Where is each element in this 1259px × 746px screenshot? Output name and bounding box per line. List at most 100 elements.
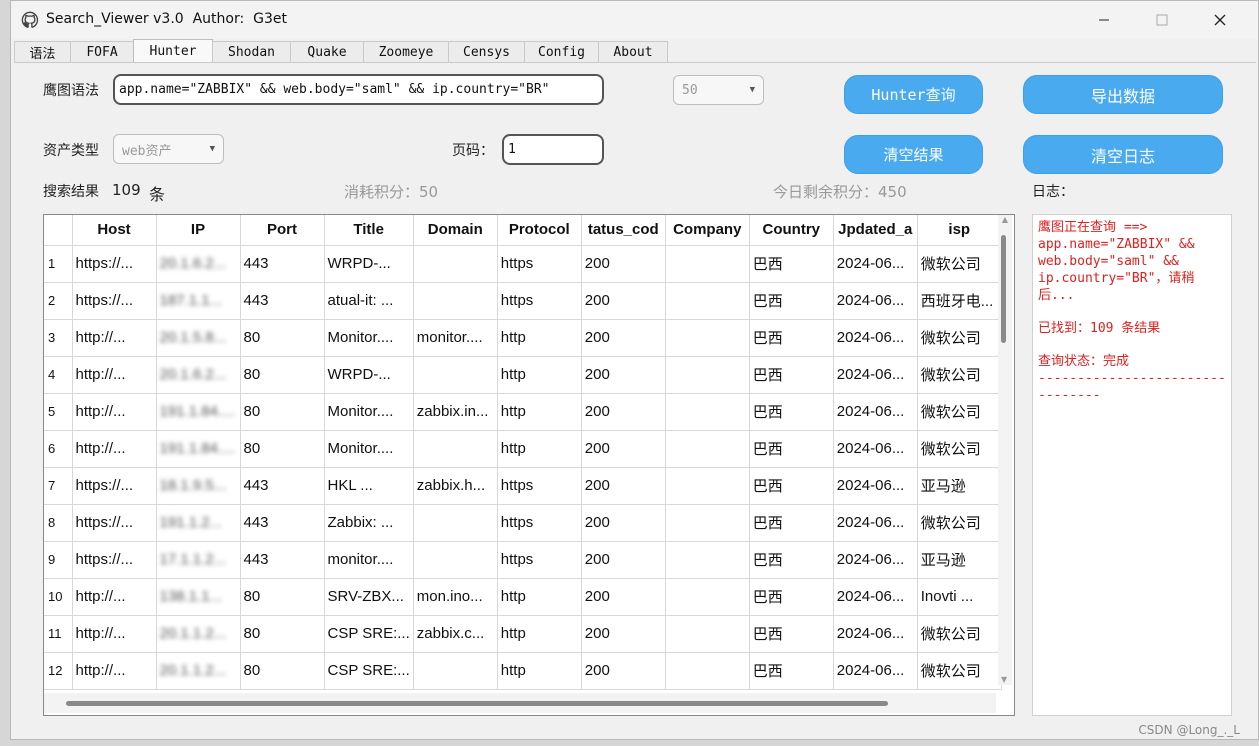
cell-status-code[interactable]: 200 xyxy=(581,541,666,579)
cell-updated-at[interactable]: 2024-06... xyxy=(833,467,918,505)
cell-row-number[interactable]: 12 xyxy=(44,652,73,690)
table-row[interactable]: 10 http://... 138.1.1... 80 SRV-ZBX... mon.in… xyxy=(44,578,1002,616)
tab-censys[interactable]: Censys xyxy=(448,41,525,63)
column-header-updated-at[interactable]: Jpdated_a xyxy=(833,215,918,246)
cell-row-number[interactable]: 6 xyxy=(44,430,73,468)
cell-port[interactable]: 443 xyxy=(240,541,325,579)
cell-protocol[interactable]: http xyxy=(497,652,582,690)
cell-status-code[interactable]: 200 xyxy=(581,245,666,283)
table-row[interactable]: 4 http://... 20.1.6.2... 80 WRPD-... http 200 巴… xyxy=(44,356,1002,394)
cell-ip[interactable]: 191.1.2... xyxy=(156,504,241,542)
cell-status-code[interactable]: 200 xyxy=(581,282,666,320)
cell-protocol[interactable]: https xyxy=(497,282,582,320)
cell-country[interactable]: 巴西 xyxy=(749,467,834,505)
column-header-status-code[interactable]: tatus_cod xyxy=(581,215,666,246)
column-header-domain[interactable]: Domain xyxy=(413,215,498,246)
results-table[interactable]: Host IP Port Title Domain Protocol tatus… xyxy=(43,214,1015,716)
cell-ip[interactable]: 187.1.1... xyxy=(156,282,241,320)
clear-results-button[interactable]: 清空结果 xyxy=(844,135,983,174)
cell-host[interactable]: https://... xyxy=(72,282,157,320)
cell-updated-at[interactable]: 2024-06... xyxy=(833,615,918,653)
cell-row-number[interactable]: 7 xyxy=(44,467,73,505)
cell-ip[interactable]: 20.1.5.8... xyxy=(156,319,241,357)
log-panel[interactable]: 鹰图正在查询 ==> app.name="ZABBIX" && web.body… xyxy=(1032,214,1232,716)
cell-title[interactable]: HKL ... xyxy=(324,467,414,505)
cell-host[interactable]: http://... xyxy=(72,356,157,394)
cell-port[interactable]: 80 xyxy=(240,430,325,468)
cell-protocol[interactable]: http xyxy=(497,356,582,394)
cell-ip[interactable]: 20.1.1.2... xyxy=(156,652,241,690)
cell-host[interactable]: http://... xyxy=(72,319,157,357)
cell-updated-at[interactable]: 2024-06... xyxy=(833,652,918,690)
cell-protocol[interactable]: http xyxy=(497,393,582,431)
cell-title[interactable]: CSP SRE:... xyxy=(324,652,414,690)
cell-isp[interactable]: 亚马逊 xyxy=(917,467,1002,505)
cell-company[interactable] xyxy=(665,245,750,283)
cell-port[interactable]: 80 xyxy=(240,652,325,690)
cell-title[interactable]: Monitor.... xyxy=(324,319,414,357)
horizontal-scroll-thumb[interactable] xyxy=(66,701,888,706)
cell-domain[interactable] xyxy=(413,504,498,542)
cell-updated-at[interactable]: 2024-06... xyxy=(833,319,918,357)
cell-company[interactable] xyxy=(665,319,750,357)
cell-protocol[interactable]: http xyxy=(497,615,582,653)
column-header-protocol[interactable]: Protocol xyxy=(497,215,582,246)
column-header[interactable] xyxy=(44,215,73,246)
cell-ip[interactable]: 17.1.1.2... xyxy=(156,541,241,579)
cell-company[interactable] xyxy=(665,578,750,616)
column-header-host[interactable]: Host xyxy=(72,215,157,246)
cell-host[interactable]: http://... xyxy=(72,393,157,431)
cell-isp[interactable]: 微软公司 xyxy=(917,319,1002,357)
cell-host[interactable]: http://... xyxy=(72,615,157,653)
cell-updated-at[interactable]: 2024-06... xyxy=(833,282,918,320)
cell-row-number[interactable]: 8 xyxy=(44,504,73,542)
tab-hunter[interactable]: Hunter xyxy=(133,39,213,63)
cell-title[interactable]: monitor.... xyxy=(324,541,414,579)
column-header-ip[interactable]: IP xyxy=(156,215,241,246)
cell-updated-at[interactable]: 2024-06... xyxy=(833,504,918,542)
cell-country[interactable]: 巴西 xyxy=(749,578,834,616)
cell-host[interactable]: https://... xyxy=(72,245,157,283)
cell-isp[interactable]: 微软公司 xyxy=(917,615,1002,653)
cell-port[interactable]: 443 xyxy=(240,504,325,542)
cell-host[interactable]: http://... xyxy=(72,430,157,468)
cell-updated-at[interactable]: 2024-06... xyxy=(833,393,918,431)
cell-country[interactable]: 巴西 xyxy=(749,541,834,579)
cell-port[interactable]: 80 xyxy=(240,356,325,394)
cell-status-code[interactable]: 200 xyxy=(581,615,666,653)
vertical-scroll-thumb[interactable] xyxy=(1001,235,1006,343)
table-row[interactable]: 1 https://... 20.1.6.2... 443 WRPD-... https 2… xyxy=(44,245,1002,283)
cell-protocol[interactable]: http xyxy=(497,578,582,616)
cell-title[interactable]: Monitor.... xyxy=(324,430,414,468)
cell-title[interactable]: atual-it: ... xyxy=(324,282,414,320)
cell-ip[interactable]: 20.1.6.2... xyxy=(156,356,241,394)
tab-zoomeye[interactable]: Zoomeye xyxy=(363,41,449,63)
cell-domain[interactable]: monitor.... xyxy=(413,319,498,357)
cell-host[interactable]: https://... xyxy=(72,467,157,505)
cell-company[interactable] xyxy=(665,282,750,320)
cell-ip[interactable]: 191.1.84.... xyxy=(156,393,241,431)
column-header-port[interactable]: Port xyxy=(240,215,325,246)
table-row[interactable]: 3 http://... 20.1.5.8... 80 Monitor.... monit… xyxy=(44,319,1002,357)
cell-domain[interactable] xyxy=(413,430,498,468)
page-input[interactable]: 1 xyxy=(502,134,604,165)
cell-port[interactable]: 80 xyxy=(240,393,325,431)
cell-isp[interactable]: 微软公司 xyxy=(917,652,1002,690)
cell-row-number[interactable]: 4 xyxy=(44,356,73,394)
cell-updated-at[interactable]: 2024-06... xyxy=(833,430,918,468)
table-row[interactable]: 7 https://... 18.1.9.5... 443 HKL ... zabbix.… xyxy=(44,467,1002,505)
table-row[interactable]: 11 http://... 20.1.1.2... 80 CSP SRE:... zabb… xyxy=(44,615,1002,653)
cell-isp[interactable]: 亚马逊 xyxy=(917,541,1002,579)
tab-quake[interactable]: Quake xyxy=(290,41,364,63)
cell-domain[interactable]: zabbix.in... xyxy=(413,393,498,431)
cell-status-code[interactable]: 200 xyxy=(581,356,666,394)
cell-country[interactable]: 巴西 xyxy=(749,245,834,283)
table-row[interactable]: 8 https://... 191.1.2... 443 Zabbix: ... http… xyxy=(44,504,1002,542)
cell-domain[interactable]: zabbix.h... xyxy=(413,467,498,505)
cell-ip[interactable]: 20.1.1.2... xyxy=(156,615,241,653)
tab-config[interactable]: Config xyxy=(524,41,599,63)
close-icon[interactable] xyxy=(1197,5,1243,35)
cell-row-number[interactable]: 9 xyxy=(44,541,73,579)
cell-row-number[interactable]: 10 xyxy=(44,578,73,616)
cell-updated-at[interactable]: 2024-06... xyxy=(833,356,918,394)
